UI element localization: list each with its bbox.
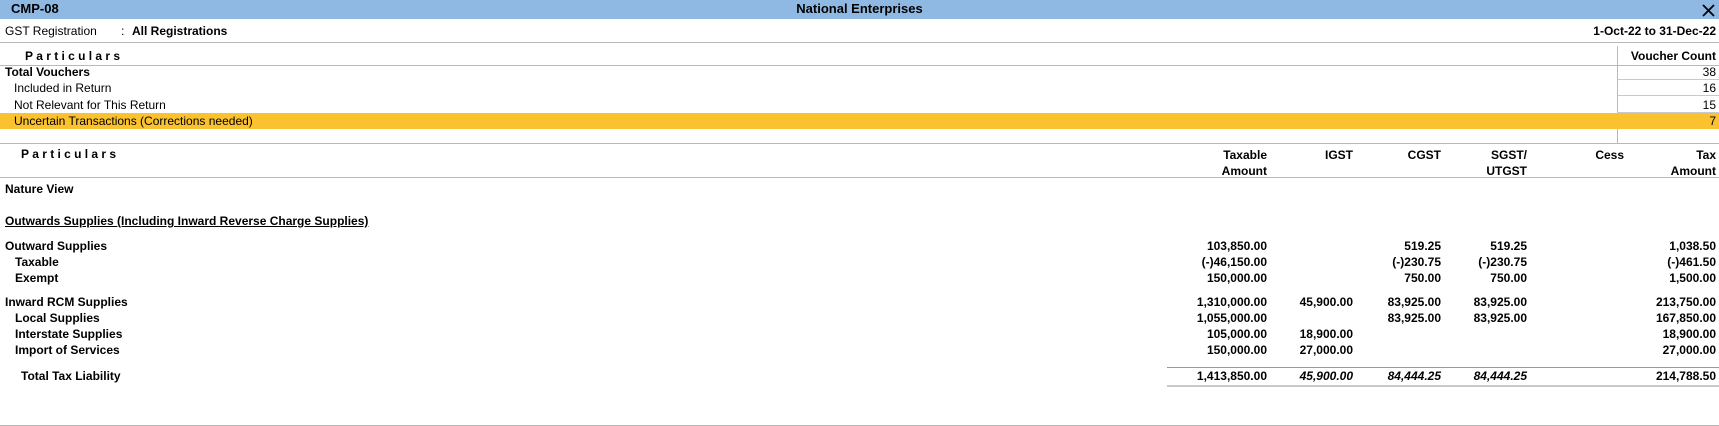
summary-row-included[interactable]: Included in Return 16 <box>0 79 1719 96</box>
header-line: SGST/ <box>1490 148 1527 162</box>
summary-row-label: Uncertain Transactions (Corrections need… <box>14 114 253 128</box>
summary-row-label: Not Relevant for This Return <box>14 98 166 112</box>
nature-view-label: Nature View <box>5 182 74 196</box>
title-bar: CMP-08 National Enterprises <box>0 0 1719 19</box>
header-line: Tax <box>1696 148 1716 162</box>
tax-amount-value: (-)461.50 <box>1667 255 1716 269</box>
gst-registration-value[interactable]: All Registrations <box>132 24 227 38</box>
nature-view-heading: Nature View <box>0 181 1719 197</box>
taxable-value: 103,850.00 <box>1206 239 1267 253</box>
row-label: Taxable <box>15 255 59 269</box>
igst-value: 18,900.00 <box>1299 327 1353 341</box>
tax-amount-value: 1,038.50 <box>1669 239 1716 253</box>
cgst-header: CGST <box>1407 148 1441 162</box>
row-label: Import of Services <box>15 343 120 357</box>
summary-row-count: 38 <box>1702 65 1716 79</box>
igst-value: 27,000.00 <box>1299 343 1353 357</box>
sgst-value: 750.00 <box>1490 271 1527 285</box>
company-name: National Enterprises <box>796 1 923 16</box>
sgst-value: 519.25 <box>1490 239 1527 253</box>
tax-amount-value: 1,500.00 <box>1669 271 1716 285</box>
summary-row-count: 16 <box>1702 81 1716 95</box>
summary-row-not-relevant[interactable]: Not Relevant for This Return 15 <box>0 96 1719 113</box>
row-label: Inward RCM Supplies <box>5 295 128 309</box>
sgst-value: (-)230.75 <box>1478 255 1527 269</box>
row-local-supplies[interactable]: Local Supplies 1,055,000.00 83,925.00 83… <box>0 310 1719 326</box>
separator: : <box>121 24 125 38</box>
summary-row-label: Total Vouchers <box>5 65 90 79</box>
summary-row-label: Included in Return <box>14 81 112 95</box>
details-particulars-header: Particulars <box>21 147 120 161</box>
row-taxable[interactable]: Taxable (-)46,150.00 (-)230.75 (-)230.75… <box>0 254 1719 270</box>
outward-section-title: Outwards Supplies (Including Inward Reve… <box>5 214 369 228</box>
row-label: Exempt <box>15 271 59 285</box>
close-icon[interactable] <box>1699 0 1717 19</box>
igst-header: IGST <box>1324 148 1353 162</box>
sgst-value: 83,925.00 <box>1473 295 1527 309</box>
header-line: Amount <box>1221 164 1267 178</box>
sgst-utgst-header: SGST/ UTGST <box>1447 147 1527 179</box>
tax-amount-header: Tax Amount <box>1636 147 1716 179</box>
tax-amount-value: 214,788.50 <box>1655 369 1716 383</box>
row-total-tax-liability[interactable]: Total Tax Liability 1,413,850.00 45,900.… <box>0 368 1719 384</box>
summary-row-total-vouchers[interactable]: Total Vouchers 38 <box>0 63 1719 80</box>
row-label: Outward Supplies <box>5 239 108 253</box>
report-period[interactable]: 1-Oct-22 to 31-Dec-22 <box>1593 24 1716 38</box>
row-label: Local Supplies <box>15 311 100 325</box>
sgst-value: 83,925.00 <box>1473 311 1527 325</box>
summary-row-uncertain[interactable]: Uncertain Transactions (Corrections need… <box>0 113 1719 129</box>
voucher-count-header: Voucher Count <box>1630 49 1716 63</box>
summary-particulars-header: Particulars <box>25 49 124 63</box>
tax-amount-value: 27,000.00 <box>1662 343 1716 357</box>
row-label: Total Tax Liability <box>21 369 121 383</box>
taxable-amount-header: Taxable Amount <box>1147 147 1267 179</box>
filter-bar: GST Registration : All Registrations 1-O… <box>0 19 1719 43</box>
taxable-value: 1,055,000.00 <box>1196 311 1267 325</box>
taxable-value: (-)46,150.00 <box>1201 255 1267 269</box>
row-inward-rcm[interactable]: Inward RCM Supplies 1,310,000.00 45,900.… <box>0 294 1719 310</box>
total-double-underline <box>1167 385 1719 387</box>
header-line: Amount <box>1670 164 1716 178</box>
row-outward-supplies[interactable]: Outward Supplies 103,850.00 519.25 519.2… <box>0 238 1719 254</box>
summary-row-count: 7 <box>1709 114 1716 128</box>
row-label: Interstate Supplies <box>15 327 123 341</box>
row-exempt[interactable]: Exempt 150,000.00 750.00 750.00 1,500.00 <box>0 270 1719 286</box>
gst-registration-label: GST Registration <box>5 24 97 38</box>
taxable-value: 150,000.00 <box>1206 271 1267 285</box>
row-import-of-services[interactable]: Import of Services 150,000.00 27,000.00 … <box>0 342 1719 358</box>
tax-amount-value: 167,850.00 <box>1655 311 1716 325</box>
tax-amount-value: 18,900.00 <box>1662 327 1716 341</box>
sgst-value: 84,444.25 <box>1473 369 1527 383</box>
summary-row-count: 15 <box>1702 98 1716 112</box>
row-interstate-supplies[interactable]: Interstate Supplies 105,000.00 18,900.00… <box>0 326 1719 342</box>
section-heading: Outwards Supplies (Including Inward Reve… <box>0 213 1719 229</box>
details-header: Particulars Taxable Amount IGST CGST SGS… <box>0 143 1719 178</box>
tax-amount-value: 213,750.00 <box>1655 295 1716 309</box>
header-line: Taxable <box>1223 148 1267 162</box>
header-line: UTGST <box>1486 164 1527 178</box>
cess-header: Cess <box>1595 148 1624 162</box>
